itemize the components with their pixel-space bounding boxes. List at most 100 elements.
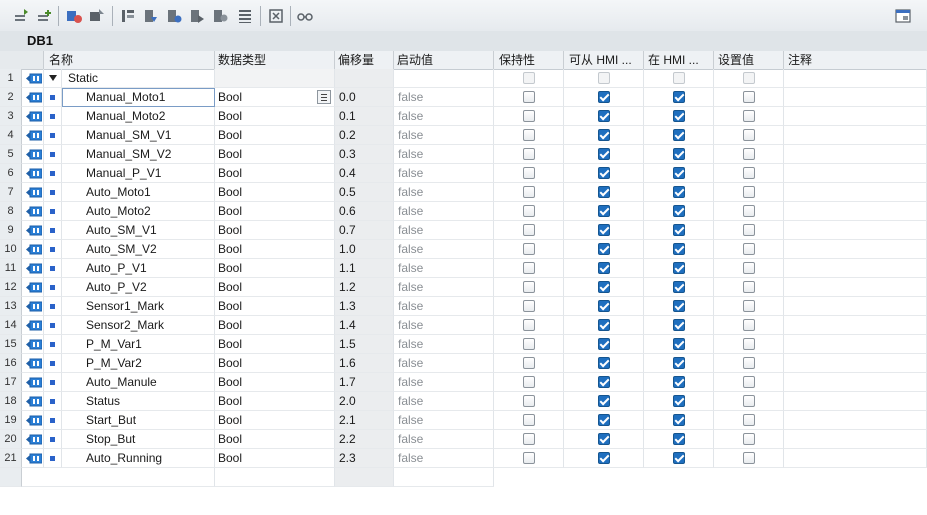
- setpoint-checkbox[interactable]: [743, 224, 755, 236]
- hmi-access-checkbox[interactable]: [598, 167, 610, 179]
- retain-checkbox[interactable]: [523, 319, 535, 331]
- load-snapshot-icon[interactable]: [165, 7, 183, 25]
- name-cell[interactable]: Stop_But: [62, 430, 215, 449]
- datatype-cell[interactable]: Bool: [215, 88, 335, 107]
- table-row[interactable]: 6 Manual_P_V1 Bool 0.4 false: [0, 164, 927, 183]
- table-row[interactable]: 19 Start_But Bool 2.1 false: [0, 411, 927, 430]
- datatype-cell[interactable]: Bool: [215, 221, 335, 240]
- retain-checkbox[interactable]: [523, 110, 535, 122]
- start-value-cell[interactable]: false: [394, 107, 494, 126]
- col-header-name[interactable]: 名称: [44, 51, 215, 69]
- hmi-access-checkbox[interactable]: [598, 262, 610, 274]
- retain-checkbox[interactable]: [523, 452, 535, 464]
- name-cell[interactable]: Start_But: [62, 411, 215, 430]
- hmi-access-checkbox[interactable]: [598, 281, 610, 293]
- hmi-access-checkbox[interactable]: [598, 338, 610, 350]
- datatype-cell[interactable]: Bool: [215, 259, 335, 278]
- start-value-cell[interactable]: false: [394, 278, 494, 297]
- expand-toggle[interactable]: [44, 69, 62, 88]
- name-cell[interactable]: Manual_P_V1: [62, 164, 215, 183]
- expand-icon[interactable]: [267, 7, 285, 25]
- datatype-cell[interactable]: Bool: [215, 392, 335, 411]
- col-header-datatype[interactable]: 数据类型: [215, 51, 335, 69]
- start-value-cell[interactable]: false: [394, 392, 494, 411]
- comment-cell[interactable]: [784, 297, 927, 316]
- retain-checkbox[interactable]: [523, 243, 535, 255]
- hmi-visible-checkbox[interactable]: [673, 300, 685, 312]
- retain-checkbox[interactable]: [523, 395, 535, 407]
- hmi-access-checkbox[interactable]: [598, 395, 610, 407]
- retain-checkbox[interactable]: [523, 281, 535, 293]
- table-row[interactable]: 2 Manual_Moto1 Bool 0.0 false: [0, 88, 927, 107]
- setpoint-checkbox[interactable]: [743, 357, 755, 369]
- setpoint-checkbox[interactable]: [743, 395, 755, 407]
- name-cell[interactable]: Sensor1_Mark: [62, 297, 215, 316]
- col-header-setpoint[interactable]: 设置值: [714, 51, 784, 69]
- retain-checkbox[interactable]: [523, 129, 535, 141]
- table-row[interactable]: 16 P_M_Var2 Bool 1.6 false: [0, 354, 927, 373]
- hmi-access-checkbox[interactable]: [598, 300, 610, 312]
- hmi-access-checkbox[interactable]: [598, 129, 610, 141]
- hmi-visible-checkbox[interactable]: [673, 319, 685, 331]
- hmi-access-checkbox[interactable]: [598, 205, 610, 217]
- name-cell[interactable]: Manual_Moto1: [62, 88, 215, 107]
- comment-cell[interactable]: [784, 183, 927, 202]
- hmi-access-checkbox[interactable]: [598, 243, 610, 255]
- name-cell[interactable]: Auto_P_V1: [62, 259, 215, 278]
- hmi-visible-checkbox[interactable]: [673, 205, 685, 217]
- table-row[interactable]: 14 Sensor2_Mark Bool 1.4 false: [0, 316, 927, 335]
- comment-cell[interactable]: [784, 240, 927, 259]
- list-icon[interactable]: [236, 7, 254, 25]
- empty-add-row[interactable]: [0, 468, 927, 487]
- col-header-hmi-access[interactable]: 可从 HMI ...: [564, 51, 644, 69]
- datatype-cell[interactable]: Bool: [215, 278, 335, 297]
- hmi-visible-checkbox[interactable]: [673, 148, 685, 160]
- retain-checkbox[interactable]: [523, 433, 535, 445]
- name-cell[interactable]: P_M_Var1: [62, 335, 215, 354]
- retain-checkbox[interactable]: [523, 262, 535, 274]
- datatype-cell[interactable]: Bool: [215, 202, 335, 221]
- table-row[interactable]: 7 Auto_Moto1 Bool 0.5 false: [0, 183, 927, 202]
- start-value-cell[interactable]: false: [394, 240, 494, 259]
- table-row[interactable]: 11 Auto_P_V1 Bool 1.1 false: [0, 259, 927, 278]
- datatype-cell[interactable]: Bool: [215, 297, 335, 316]
- comment-cell[interactable]: [784, 107, 927, 126]
- setpoint-checkbox[interactable]: [743, 281, 755, 293]
- table-row[interactable]: 18 Status Bool 2.0 false: [0, 392, 927, 411]
- name-cell[interactable]: Auto_Manule: [62, 373, 215, 392]
- name-cell[interactable]: Auto_P_V2: [62, 278, 215, 297]
- start-value-cell[interactable]: false: [394, 126, 494, 145]
- retain-checkbox[interactable]: [523, 205, 535, 217]
- start-value-cell[interactable]: false: [394, 145, 494, 164]
- insert-row-icon[interactable]: [12, 7, 30, 25]
- datatype-cell[interactable]: Bool: [215, 335, 335, 354]
- retain-checkbox[interactable]: [523, 357, 535, 369]
- name-cell[interactable]: P_M_Var2: [62, 354, 215, 373]
- setpoint-checkbox[interactable]: [743, 452, 755, 464]
- table-row[interactable]: 13 Sensor1_Mark Bool 1.3 false: [0, 297, 927, 316]
- comment-cell[interactable]: [784, 202, 927, 221]
- table-row[interactable]: 4 Manual_SM_V1 Bool 0.2 false: [0, 126, 927, 145]
- datatype-cell[interactable]: Bool: [215, 354, 335, 373]
- add-row-icon[interactable]: [35, 7, 53, 25]
- setpoint-checkbox[interactable]: [743, 414, 755, 426]
- hmi-access-checkbox[interactable]: [598, 148, 610, 160]
- comment-cell[interactable]: [784, 411, 927, 430]
- hmi-visible-checkbox[interactable]: [673, 452, 685, 464]
- start-value-cell[interactable]: false: [394, 221, 494, 240]
- col-header-hmi-visible[interactable]: 在 HMI ...: [644, 51, 714, 69]
- col-header-offset[interactable]: 偏移量: [335, 51, 394, 69]
- datatype-cell[interactable]: Bool: [215, 240, 335, 259]
- comment-cell[interactable]: [784, 316, 927, 335]
- comment-cell[interactable]: [784, 335, 927, 354]
- setpoint-checkbox[interactable]: [743, 376, 755, 388]
- set-snapshot-icon[interactable]: [211, 7, 229, 25]
- hmi-visible-checkbox[interactable]: [673, 433, 685, 445]
- hmi-visible-checkbox[interactable]: [673, 338, 685, 350]
- setpoint-checkbox[interactable]: [743, 186, 755, 198]
- datatype-cell[interactable]: Bool: [215, 164, 335, 183]
- panel-icon[interactable]: [894, 7, 912, 25]
- set-start-icon[interactable]: [188, 7, 206, 25]
- hmi-visible-checkbox[interactable]: [673, 91, 685, 103]
- hmi-visible-checkbox[interactable]: [673, 376, 685, 388]
